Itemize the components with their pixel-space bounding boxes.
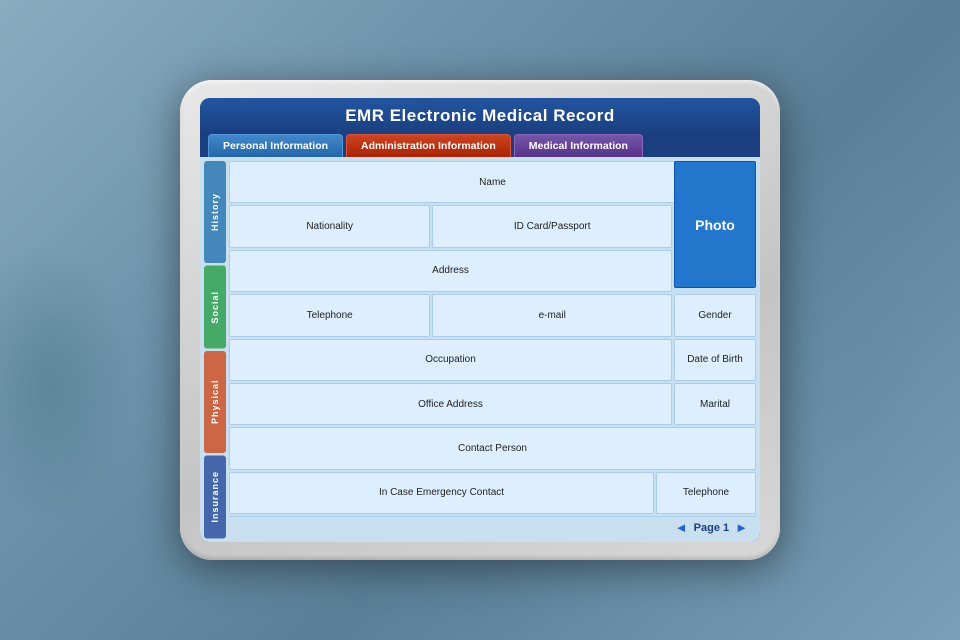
form-row-office: Office Address Marital (229, 383, 756, 425)
form-row-telephone: Telephone e-mail Gender (229, 294, 756, 336)
field-marital[interactable]: Marital (674, 383, 756, 425)
page-label: Page 1 (694, 522, 729, 534)
form-row-occupation: Occupation Date of Birth (229, 339, 756, 381)
field-photo: Photo (674, 161, 756, 288)
tab-admin[interactable]: Administration Information (346, 134, 511, 157)
field-emergency-contact[interactable]: In Case Emergency Contact (229, 472, 654, 514)
tab-row: Personal Information Administration Info… (200, 134, 760, 157)
field-id-card[interactable]: ID Card/Passport (432, 205, 672, 247)
form-row-name: Name Photo (229, 161, 756, 203)
form-grid: Name Photo Nationality ID Card/Passport (229, 161, 756, 538)
footer: ◄ Page 1 ► (229, 516, 756, 538)
sidebar-section-social[interactable]: Social (204, 265, 226, 348)
field-email[interactable]: e-mail (432, 294, 672, 336)
field-office-address[interactable]: Office Address (229, 383, 672, 425)
tablet-device: EMR Electronic Medical Record Personal I… (180, 80, 780, 560)
tab-personal[interactable]: Personal Information (208, 134, 343, 157)
field-occupation[interactable]: Occupation (229, 339, 672, 381)
prev-page-button[interactable]: ◄ (675, 520, 688, 535)
title-bar: EMR Electronic Medical Record (200, 98, 760, 134)
pagination: ◄ Page 1 ► (675, 520, 748, 535)
field-emergency-telephone[interactable]: Telephone (656, 472, 756, 514)
sidebar: History Social Physical Insurance (204, 161, 226, 538)
field-gender[interactable]: Gender (674, 294, 756, 336)
field-dob[interactable]: Date of Birth (674, 339, 756, 381)
form-row-emergency: In Case Emergency Contact Telephone (229, 472, 756, 514)
sidebar-section-history[interactable]: History (204, 161, 226, 263)
tablet-screen: EMR Electronic Medical Record Personal I… (200, 98, 760, 542)
page-title: EMR Electronic Medical Record (212, 106, 748, 126)
field-nationality[interactable]: Nationality (229, 205, 430, 247)
sidebar-section-insurance[interactable]: Insurance (204, 455, 226, 538)
tab-medical[interactable]: Medical Information (514, 134, 643, 157)
content-area: History Social Physical Insurance Name (200, 157, 760, 542)
field-contact-person[interactable]: Contact Person (229, 427, 756, 469)
next-page-button[interactable]: ► (735, 520, 748, 535)
field-address[interactable]: Address (229, 250, 672, 292)
form-row-contact: Contact Person (229, 427, 756, 469)
field-telephone[interactable]: Telephone (229, 294, 430, 336)
sidebar-section-physical[interactable]: Physical (204, 351, 226, 453)
